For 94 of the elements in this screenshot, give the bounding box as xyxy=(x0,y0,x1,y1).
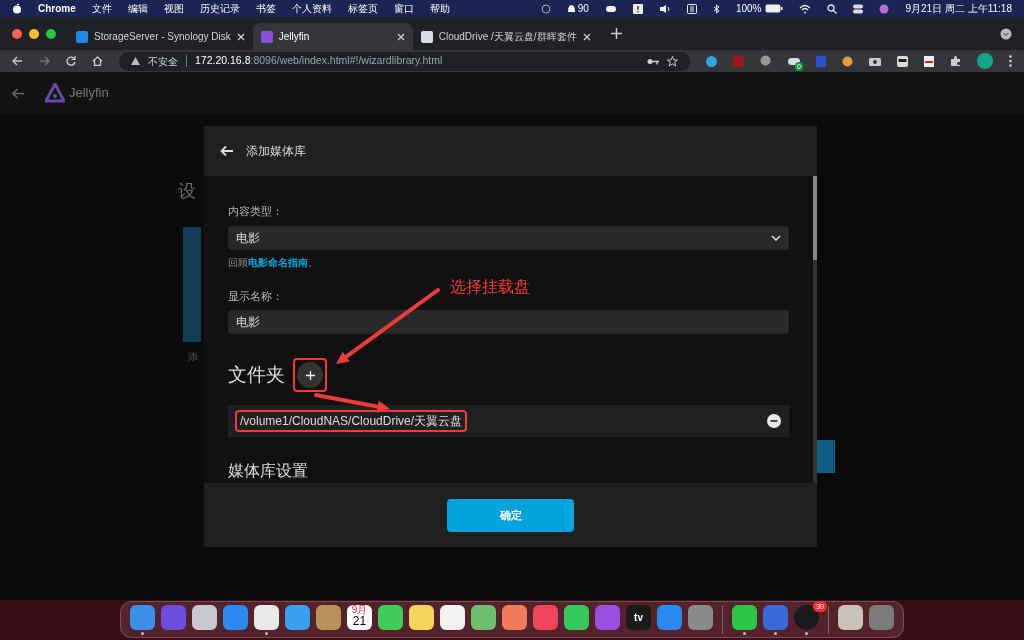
display-name-input[interactable]: 电影 xyxy=(228,310,789,335)
extension-icon[interactable] xyxy=(924,55,934,67)
status-icon[interactable] xyxy=(540,3,551,14)
tab-title: CloudDrive /天翼云盘/群晖套件 xyxy=(438,30,577,44)
menu-item[interactable]: 编辑 xyxy=(127,1,148,16)
close-tab-icon[interactable] xyxy=(236,32,245,41)
app-icon[interactable] xyxy=(838,604,863,630)
tab-favicon-icon xyxy=(420,30,433,43)
alert-icon[interactable] xyxy=(632,3,643,14)
folders-heading: 文件夹 xyxy=(228,362,285,387)
tab-favicon-icon xyxy=(260,30,273,43)
reload-icon[interactable] xyxy=(66,56,76,66)
calendar-month: 9月 xyxy=(351,604,368,615)
menu-item[interactable]: 标签页 xyxy=(347,1,378,16)
home-icon[interactable] xyxy=(92,56,103,66)
battery-icon[interactable] xyxy=(765,4,784,13)
camera-icon[interactable] xyxy=(869,56,881,66)
library-card-fragment: 添 xyxy=(187,350,199,364)
app-icon[interactable] xyxy=(440,604,465,630)
puzzle-icon[interactable] xyxy=(950,55,961,67)
app-icon[interactable] xyxy=(732,604,757,630)
profile-avatar-icon[interactable] xyxy=(977,53,993,69)
app-icon[interactable] xyxy=(564,604,589,630)
bookmark-star-icon[interactable] xyxy=(667,55,678,67)
warning-icon xyxy=(131,57,140,65)
chevron-down-icon xyxy=(771,234,781,241)
browser-tab[interactable]: StorageServer - Synology Disk xyxy=(68,23,253,50)
library-settings-heading: 媒体库设置 xyxy=(228,461,309,481)
menu-item[interactable]: 窗口 xyxy=(393,1,414,16)
menu-item[interactable]: 视图 xyxy=(163,1,184,16)
menu-item[interactable]: 历史记录 xyxy=(199,1,240,16)
more-options-icon[interactable] xyxy=(1009,55,1012,67)
keyboard-input-icon[interactable] xyxy=(686,3,697,14)
app-icon[interactable] xyxy=(254,604,279,630)
wifi-icon[interactable] xyxy=(799,3,812,14)
app-icon[interactable] xyxy=(285,604,310,630)
app-icon[interactable] xyxy=(378,604,403,630)
app-icon[interactable] xyxy=(409,604,434,630)
close-tab-icon[interactable] xyxy=(396,32,405,41)
key-icon[interactable] xyxy=(647,57,659,65)
search-icon[interactable] xyxy=(827,3,838,14)
tab-title: Jellyfin xyxy=(278,30,311,44)
menu-item[interactable]: 帮助 xyxy=(429,1,450,16)
tv-app-icon[interactable]: tv xyxy=(626,604,651,630)
new-tab-icon[interactable] xyxy=(610,28,622,39)
app-icon[interactable] xyxy=(471,604,496,630)
orb-icon[interactable] xyxy=(879,3,890,14)
cloud-extension-icon[interactable] xyxy=(788,56,800,66)
annotation-text: 选择挂载盘 xyxy=(450,277,530,297)
naming-guide-link[interactable]: 电影命名指南 xyxy=(248,256,308,268)
forward-icon[interactable] xyxy=(39,56,50,66)
speaker-icon[interactable] xyxy=(658,3,671,14)
menu-bar-clock: 9月21日 周二 上午11:18 xyxy=(905,2,1012,16)
content-type-select[interactable]: 电影 xyxy=(228,225,789,250)
app-menu[interactable]: Chrome xyxy=(38,1,76,16)
menu-item[interactable]: 文件 xyxy=(91,1,112,16)
address-bar[interactable]: 不安全 172.20.16.8:8096/web/index.html#!/wizardlibrary.html xyxy=(119,51,690,71)
bluetooth-icon[interactable] xyxy=(712,3,720,14)
menu-item[interactable]: 个人资料 xyxy=(291,1,332,16)
jellyfin-brand[interactable]: Jellyfin xyxy=(69,83,109,103)
field-label: 内容类型： xyxy=(228,204,284,219)
page-heading-fragment: 设 xyxy=(178,180,197,203)
zoom-window-button[interactable] xyxy=(46,28,56,39)
url-host: 172.20.16.8 xyxy=(195,53,251,69)
dialog-title: 添加媒体库 xyxy=(246,143,306,160)
scrollbar[interactable] xyxy=(813,176,817,483)
tab-favicon-icon xyxy=(76,30,88,43)
cookie-icon[interactable] xyxy=(842,55,853,67)
help-text: 回顾电影命名指南。 xyxy=(228,255,319,270)
jellyfin-logo-icon[interactable] xyxy=(45,83,65,103)
browser-tab[interactable]: CloudDrive /天翼云盘/群晖套件 xyxy=(412,23,599,50)
close-window-button[interactable] xyxy=(12,28,22,39)
bell-icon[interactable] xyxy=(566,3,576,14)
browser-tab[interactable]: Jellyfin xyxy=(252,23,413,50)
remove-icon[interactable] xyxy=(767,414,781,429)
minimize-window-button[interactable] xyxy=(29,28,39,39)
calendar-app-icon[interactable]: 9月 21 xyxy=(347,604,372,630)
apple-logo-icon[interactable] xyxy=(12,3,22,14)
notification-count: 90 xyxy=(577,2,589,16)
battery-percentage: 100% xyxy=(735,2,762,16)
back-icon[interactable] xyxy=(12,56,23,66)
folder-path: /volume1/CloudNAS/CloudDrive/天翼云盘 xyxy=(235,410,468,433)
calendar-day: 21 xyxy=(352,614,367,628)
url-path: :8096/web/index.html#!/wizardlibrary.html xyxy=(250,53,443,69)
app-icon[interactable] xyxy=(192,604,217,630)
tab-title: StorageServer - Synology Disk xyxy=(94,30,231,44)
toggle-icon[interactable] xyxy=(853,3,864,14)
menu-item[interactable]: 书签 xyxy=(255,1,276,16)
plus-icon xyxy=(305,370,315,380)
app-icon[interactable] xyxy=(502,604,527,630)
tab-search-icon[interactable] xyxy=(1000,27,1012,40)
extension-icon[interactable] xyxy=(897,55,908,67)
close-tab-icon[interactable] xyxy=(582,32,591,41)
security-label: 不安全 xyxy=(148,54,178,69)
